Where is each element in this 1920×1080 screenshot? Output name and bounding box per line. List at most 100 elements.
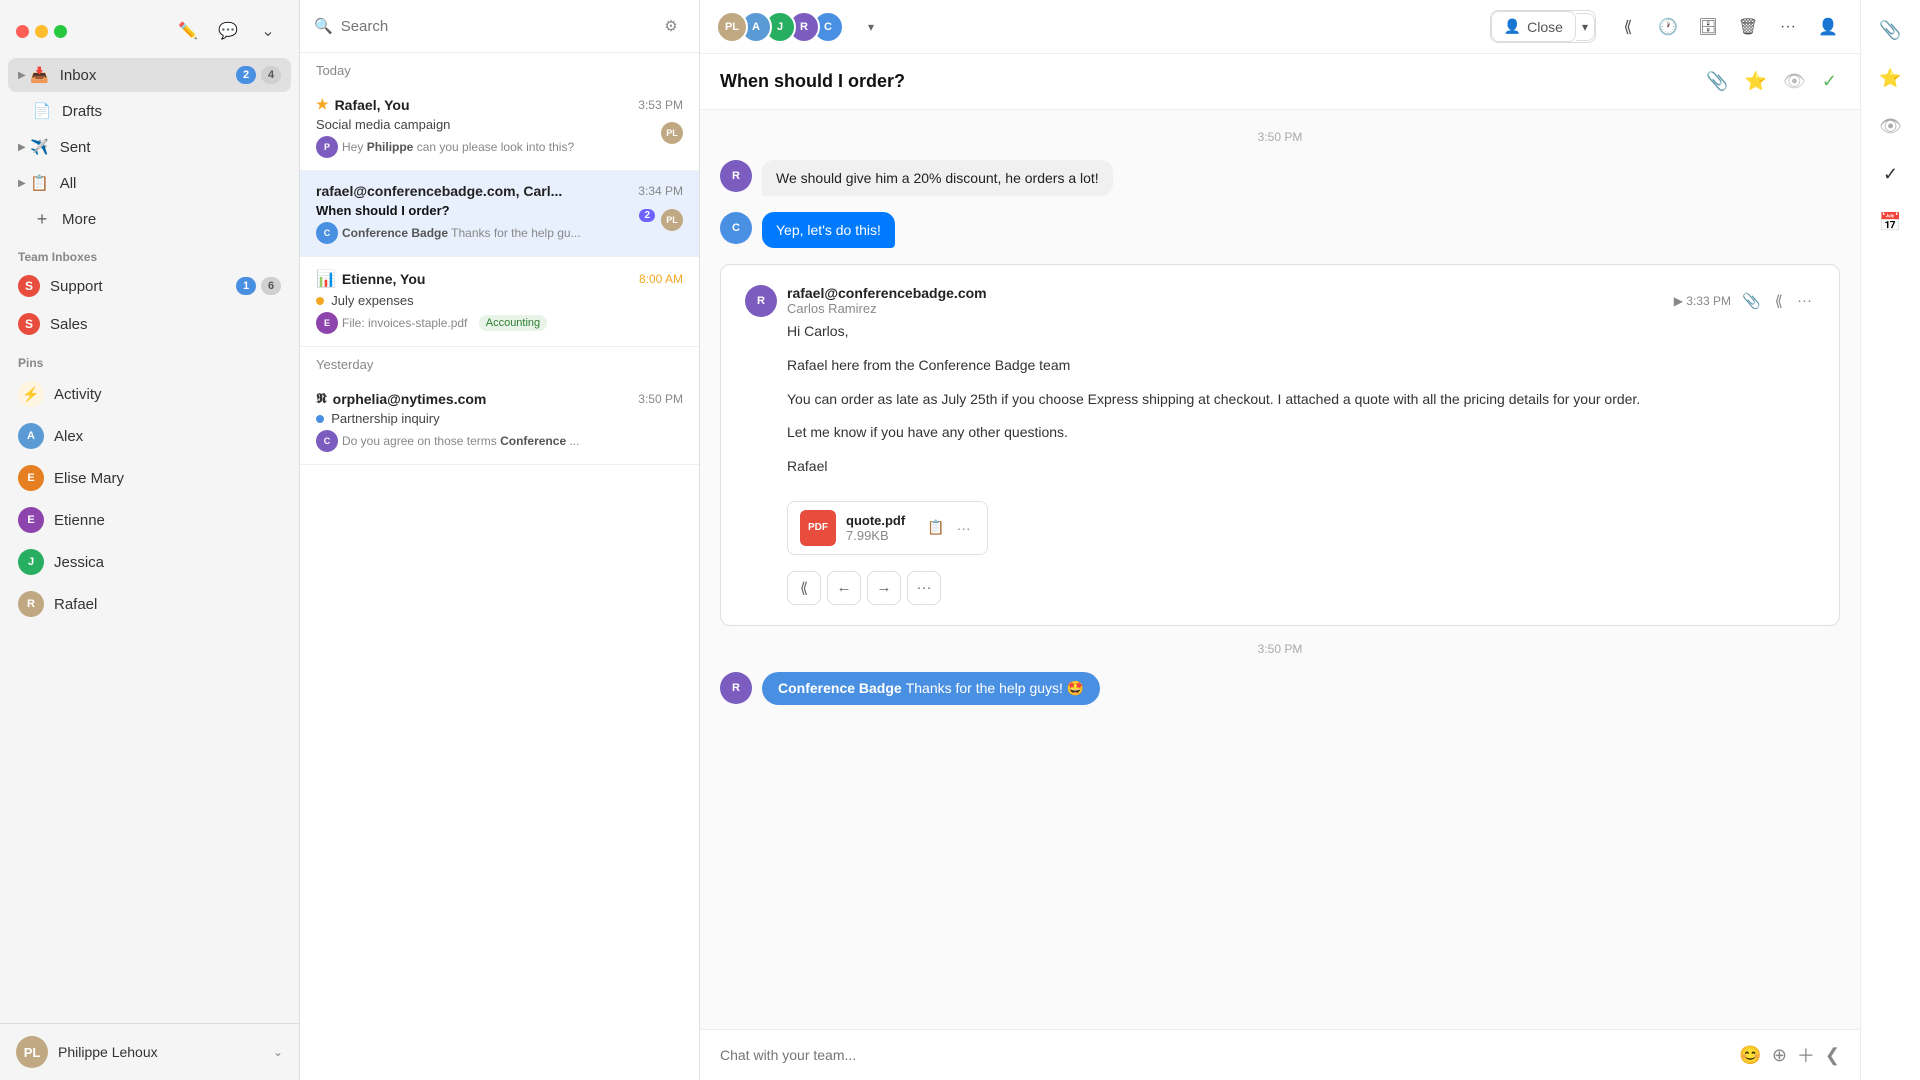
search-icon: 🔍 [314, 17, 333, 35]
chat-input[interactable] [720, 1047, 1729, 1063]
maximize-button[interactable] [54, 25, 67, 38]
sidebar-item-activity[interactable]: ⚡ Activity [8, 374, 291, 414]
email-card: R rafael@conferencebadge.com Carlos Rami… [720, 264, 1840, 626]
conv-preview: E File: invoices-staple.pdf Accounting [316, 312, 683, 334]
footer-chevron-icon[interactable]: ⌄ [273, 1045, 283, 1059]
conv-header: 𝕹 orphelia@nytimes.com 3:50 PM [316, 390, 683, 407]
calendar-sidebar-icon[interactable]: 📅 [1871, 202, 1911, 242]
conference-badge-text: Thanks for the help guys! 🤩 [906, 680, 1085, 697]
expand-icon: ▶ [18, 70, 26, 81]
reply-all-button-2[interactable]: ⟪ [787, 571, 821, 605]
chevron-down-icon[interactable]: ⌄ [253, 16, 283, 46]
conv-preview-avatar: E [316, 312, 338, 334]
search-input[interactable] [341, 18, 649, 35]
conv-time: 8:00 AM [639, 272, 683, 286]
reply-button[interactable]: ← [827, 571, 861, 605]
sidebar-item-more[interactable]: + More [8, 202, 291, 236]
message-avatar-1: R [720, 160, 752, 192]
conv-subject: When should I order? [316, 203, 683, 218]
alex-label: Alex [54, 428, 83, 445]
chat-icon[interactable]: 💬 [213, 16, 243, 46]
message-bubble-2: Yep, let's do this! [762, 212, 895, 248]
more-options-button[interactable]: ··· [1772, 11, 1804, 43]
expand-icon: ▶ [18, 178, 26, 189]
email-sender-avatar: R [745, 285, 777, 317]
conversation-item-orphelia[interactable]: 𝕹 orphelia@nytimes.com 3:50 PM Partnersh… [300, 378, 699, 465]
conversation-item-etienne[interactable]: 📊 Etienne, You 8:00 AM July expenses E F… [300, 257, 699, 347]
attachment-more-icon[interactable]: ··· [953, 517, 975, 538]
support-label: Support [50, 278, 236, 295]
sidebar-item-sales[interactable]: S Sales [8, 306, 291, 342]
email-more-icon[interactable]: ··· [1794, 289, 1815, 312]
eye-action-icon[interactable]: 👁 [1780, 68, 1809, 95]
attachment-copy-icon[interactable]: 📋 [923, 517, 948, 538]
conv-time: 3:34 PM [638, 184, 683, 198]
sidebar-item-sent[interactable]: ▶ ✈️ Sent [8, 130, 291, 164]
sent-icon: ✈️ [30, 137, 50, 157]
conv-header: ★ Rafael, You 3:53 PM [316, 96, 683, 113]
filter-button[interactable]: ⚙ [657, 12, 685, 40]
mention-button[interactable]: ⊕ [1772, 1045, 1787, 1066]
main-toolbar: PL A J R C ▾ 👤 Close ▾ ⟪ 🕐 🗄 🗑 ··· 👤 [700, 0, 1860, 54]
etienne-avatar: E [18, 507, 44, 533]
trash-button[interactable]: 🗑 [1732, 11, 1764, 43]
activity-icon: ⚡ [18, 381, 44, 407]
inbox-label: Inbox [60, 67, 236, 84]
conversation-item-rafael[interactable]: ★ Rafael, You 3:53 PM Social media campa… [300, 84, 699, 171]
attachment-sidebar-icon[interactable]: 📎 [1871, 10, 1911, 50]
attachment-action-icon[interactable]: 📎 [1703, 68, 1731, 95]
collapse-button[interactable]: ❮ [1825, 1045, 1840, 1066]
attachment-button[interactable]: ＋ [1797, 1042, 1815, 1068]
emoji-button[interactable]: 😊 [1739, 1045, 1761, 1066]
conference-badge-bubble: Conference Badge Thanks for the help guy… [762, 672, 1100, 705]
email-body: Hi Carlos, Rafael here from the Conferen… [787, 320, 1815, 479]
minimize-button[interactable] [35, 25, 48, 38]
conv-sender: 𝕹 orphelia@nytimes.com [316, 390, 486, 407]
more-reply-icon[interactable]: ··· [907, 571, 941, 605]
participants-chevron-icon[interactable]: ▾ [864, 16, 878, 38]
drafts-icon: 📄 [32, 101, 52, 121]
sidebar-item-alex[interactable]: A Alex [8, 416, 291, 456]
inbox-badge-blue: 2 [236, 66, 256, 84]
close-button[interactable] [16, 25, 29, 38]
conv-preview-avatar: C [316, 222, 338, 244]
close-dropdown-icon[interactable]: ▾ [1576, 13, 1595, 41]
email-attachment-icon[interactable]: 📎 [1739, 289, 1764, 313]
conv-avatar-right: PL [661, 209, 683, 231]
check-sidebar-icon[interactable]: ✓ [1871, 154, 1911, 194]
expand-icon: ▶ [18, 142, 26, 153]
sidebar-item-jessica[interactable]: J Jessica [8, 542, 291, 582]
inbox-badge-gray: 4 [261, 66, 281, 84]
sidebar-item-elise-mary[interactable]: E Elise Mary [8, 458, 291, 498]
message-timestamp-1: 3:50 PM [720, 130, 1840, 144]
sidebar-item-rafael[interactable]: R Rafael [8, 584, 291, 624]
unread-dot [316, 297, 324, 305]
sidebar-item-drafts[interactable]: 📄 Drafts [8, 94, 291, 128]
message-timestamp-2: 3:50 PM [720, 642, 1840, 656]
sidebar-item-all[interactable]: ▶ 📋 All [8, 166, 291, 200]
conversation-item-conference-badge[interactable]: rafael@conferencebadge.com, Carl... 3:34… [300, 171, 699, 257]
compose-icon[interactable]: ✏️ [173, 16, 203, 46]
sidebar-item-support[interactable]: S Support 1 6 [8, 268, 291, 304]
sidebar-item-etienne[interactable]: E Etienne [8, 500, 291, 540]
jessica-label: Jessica [54, 554, 104, 571]
star-action-icon[interactable]: ⭐ [1742, 68, 1770, 95]
archive-button[interactable]: 🗄 [1692, 11, 1724, 43]
star-sidebar-icon[interactable]: ⭐ [1871, 58, 1911, 98]
conv-sender: 📊 Etienne, You [316, 269, 425, 289]
history-button[interactable]: 🕐 [1652, 11, 1684, 43]
participants-avatars: PL A J R C [716, 11, 844, 43]
forward-button[interactable]: → [867, 571, 901, 605]
attachment-quote-pdf[interactable]: PDF quote.pdf 7.99KB 📋 ··· [787, 501, 988, 555]
check-action-icon[interactable]: ✓ [1819, 68, 1840, 95]
profile-button[interactable]: 👤 [1812, 11, 1844, 43]
close-button[interactable]: 👤 Close [1491, 11, 1576, 42]
reply-all-button[interactable]: ⟪ [1612, 11, 1644, 43]
sidebar-item-inbox[interactable]: ▶ 📥 Inbox 2 4 [8, 58, 291, 92]
sidebar-footer: PL Philippe Lehoux ⌄ [0, 1023, 299, 1080]
email-reply-all-icon[interactable]: ⟪ [1772, 289, 1786, 313]
eye-sidebar-icon[interactable]: 👁 [1871, 106, 1911, 146]
inbox-icon: 📥 [30, 65, 50, 85]
user-avatar: PL [16, 1036, 48, 1068]
rafael-label: Rafael [54, 596, 97, 613]
